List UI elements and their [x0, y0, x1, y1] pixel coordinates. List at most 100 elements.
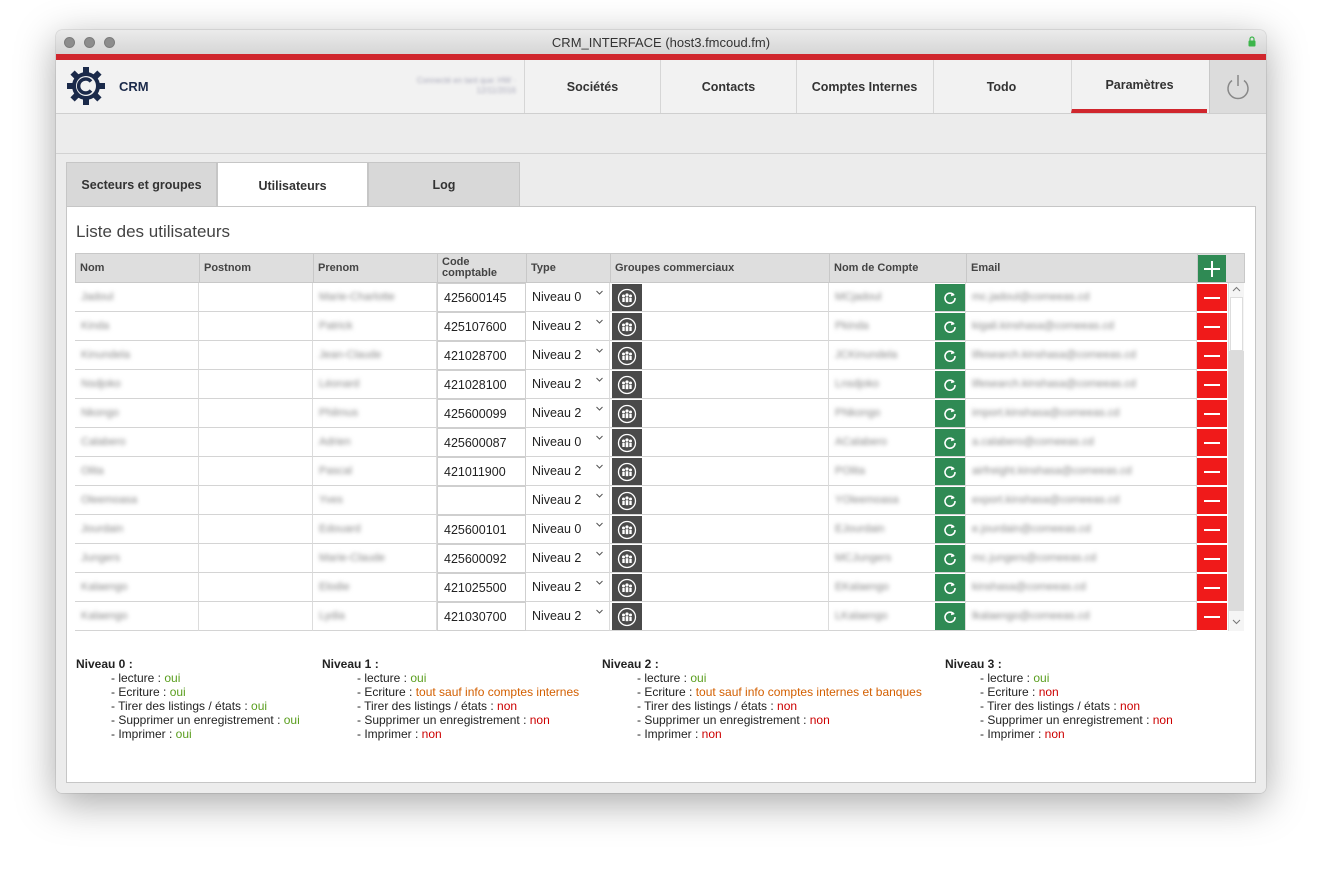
nav-tab-contacts[interactable]: Contacts [660, 60, 796, 113]
type-select[interactable]: Niveau 2 [526, 312, 610, 341]
cell-postnom[interactable] [199, 370, 313, 399]
cell-email[interactable]: lkalaengo@comeeas.cd [966, 602, 1197, 631]
cell-nom-compte[interactable]: LKalaengo [829, 602, 966, 631]
groups-button[interactable] [612, 545, 642, 572]
groups-button[interactable] [612, 429, 642, 456]
subtab-utilisateurs[interactable]: Utilisateurs [217, 162, 368, 208]
cell-email[interactable]: airfreight.kinshasa@comeeas.cd [966, 457, 1197, 486]
nav-tab-societes[interactable]: Sociétés [524, 60, 660, 113]
cell-nom[interactable]: Calabero [75, 428, 199, 457]
delete-user-button[interactable] [1197, 371, 1227, 398]
code-comptable-input[interactable]: 421028700 [437, 341, 526, 370]
groups-button[interactable] [612, 574, 642, 601]
type-select[interactable]: Niveau 2 [526, 486, 610, 515]
add-user-button[interactable] [1198, 255, 1226, 282]
cell-email[interactable]: mc.jungers@comeeas.cd [966, 544, 1197, 573]
groups-button[interactable] [612, 371, 642, 398]
code-comptable-input[interactable]: 425600087 [437, 428, 526, 457]
delete-user-button[interactable] [1197, 429, 1227, 456]
cell-email[interactable]: kinshasa@comeeas.cd [966, 573, 1197, 602]
nav-tab-parametres[interactable]: Paramètres [1071, 60, 1207, 113]
cell-prenom[interactable]: Patrick [313, 312, 437, 341]
groups-button[interactable] [612, 342, 642, 369]
cell-nom-compte[interactable]: EJourdain [829, 515, 966, 544]
subtab-secteurs-groupes[interactable]: Secteurs et groupes [66, 162, 217, 207]
reset-account-button[interactable] [935, 516, 965, 543]
cell-email[interactable]: mc.jadoul@comeeas.cd [966, 283, 1197, 312]
type-select[interactable]: Niveau 0 [526, 428, 610, 457]
groups-button[interactable] [612, 487, 642, 514]
cell-nom[interactable]: Kinundela [75, 341, 199, 370]
cell-nom[interactable]: Olita [75, 457, 199, 486]
delete-user-button[interactable] [1197, 574, 1227, 601]
col-email[interactable]: Email [967, 254, 1198, 282]
cell-nom-compte[interactable]: ACalabero [829, 428, 966, 457]
cell-prenom[interactable]: Marie-Charlotte [313, 283, 437, 312]
cell-nom-compte[interactable]: MCJungers [829, 544, 966, 573]
type-select[interactable]: Niveau 2 [526, 602, 610, 631]
cell-nom-compte[interactable]: JCKinundela [829, 341, 966, 370]
groups-button[interactable] [612, 516, 642, 543]
cell-prenom[interactable]: Adrien [313, 428, 437, 457]
cell-nom[interactable]: Kalaengo [75, 573, 199, 602]
cell-nom-compte[interactable]: Pkinda [829, 312, 966, 341]
col-code-comptable[interactable]: Code comptable [438, 254, 527, 282]
cell-postnom[interactable] [199, 312, 313, 341]
cell-prenom[interactable]: Marie-Claude [313, 544, 437, 573]
code-comptable-input[interactable]: 421030700 [437, 602, 526, 631]
code-comptable-input[interactable] [437, 486, 526, 515]
cell-postnom[interactable] [199, 602, 313, 631]
cell-nom-compte[interactable]: EKalaengo [829, 573, 966, 602]
cell-email[interactable]: lifesearch.kinshasa@comeeas.cd [966, 341, 1197, 370]
reset-account-button[interactable] [935, 458, 965, 485]
cell-email[interactable]: e.jourdain@comeeas.cd [966, 515, 1197, 544]
type-select[interactable]: Niveau 2 [526, 370, 610, 399]
cell-nom-compte[interactable]: POlita [829, 457, 966, 486]
delete-user-button[interactable] [1197, 284, 1227, 311]
cell-nom-compte[interactable]: YOleemoasa [829, 486, 966, 515]
cell-postnom[interactable] [199, 486, 313, 515]
reset-account-button[interactable] [935, 313, 965, 340]
groups-button[interactable] [612, 400, 642, 427]
reset-account-button[interactable] [935, 342, 965, 369]
code-comptable-input[interactable]: 421028100 [437, 370, 526, 399]
type-select[interactable]: Niveau 2 [526, 341, 610, 370]
scroll-down-icon[interactable] [1232, 619, 1241, 625]
col-groupes[interactable]: Groupes commerciaux [611, 254, 830, 282]
groups-button[interactable] [612, 313, 642, 340]
delete-user-button[interactable] [1197, 400, 1227, 427]
type-select[interactable]: Niveau 2 [526, 544, 610, 573]
cell-nom-compte[interactable]: MCjadoul [829, 283, 966, 312]
table-scrollbar[interactable] [1228, 283, 1244, 631]
reset-account-button[interactable] [935, 400, 965, 427]
cell-prenom[interactable]: Edouard [313, 515, 437, 544]
delete-user-button[interactable] [1197, 342, 1227, 369]
cell-postnom[interactable] [199, 515, 313, 544]
power-button[interactable] [1209, 60, 1266, 113]
cell-postnom[interactable] [199, 544, 313, 573]
scroll-thumb[interactable] [1230, 297, 1243, 351]
cell-prenom[interactable]: Philmus [313, 399, 437, 428]
type-select[interactable]: Niveau 2 [526, 399, 610, 428]
cell-postnom[interactable] [199, 399, 313, 428]
nav-tab-todo[interactable]: Todo [933, 60, 1069, 113]
reset-account-button[interactable] [935, 487, 965, 514]
delete-user-button[interactable] [1197, 313, 1227, 340]
col-type[interactable]: Type [527, 254, 611, 282]
delete-user-button[interactable] [1197, 487, 1227, 514]
cell-nom-compte[interactable]: PNkongo [829, 399, 966, 428]
code-comptable-input[interactable]: 425600099 [437, 399, 526, 428]
reset-account-button[interactable] [935, 574, 965, 601]
cell-prenom[interactable]: Lydia [313, 602, 437, 631]
cell-postnom[interactable] [199, 283, 313, 312]
cell-email[interactable]: lifesearch.kinshasa@comeeas.cd [966, 370, 1197, 399]
cell-email[interactable]: a.calabero@comeeas.cd [966, 428, 1197, 457]
cell-postnom[interactable] [199, 457, 313, 486]
cell-postnom[interactable] [199, 573, 313, 602]
col-postnom[interactable]: Postnom [200, 254, 314, 282]
col-nom[interactable]: Nom [76, 254, 200, 282]
cell-nom[interactable]: Oleemoasa [75, 486, 199, 515]
cell-prenom[interactable]: Elodie [313, 573, 437, 602]
cell-nom[interactable]: Jungers [75, 544, 199, 573]
delete-user-button[interactable] [1197, 603, 1227, 630]
